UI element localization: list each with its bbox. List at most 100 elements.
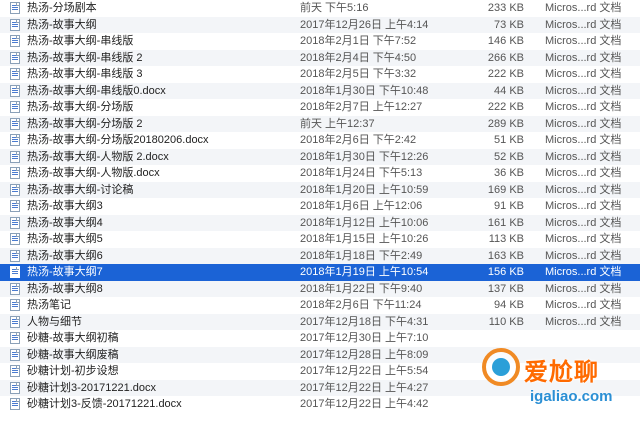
word-document-icon	[10, 266, 20, 278]
file-size: 52 KB	[494, 150, 524, 163]
file-kind: Micros...rd 文档	[545, 150, 622, 163]
word-document-icon	[10, 84, 20, 97]
file-row[interactable]: 砂糖计划-初步设想 2017年12月22日 上午5:54	[0, 363, 640, 380]
file-kind: Micros...rd 文档	[545, 2, 622, 14]
file-row[interactable]: 砂糖-故事大纲废稿 2017年12月28日 上午8:09	[0, 346, 640, 363]
file-kind: Micros...rd 文档	[545, 167, 622, 179]
file-date-modified: 2017年12月22日 上午5:54	[300, 365, 429, 377]
file-row[interactable]: 热汤-故事大纲5 2018年1月15日 上午10:26 113 KB Micros..…	[0, 231, 640, 248]
file-date-modified: 2017年12月22日 上午4:42	[300, 398, 429, 410]
file-row[interactable]: 热汤-故事大纲-人物版.docx 2018年1月24日 下午5:13 36 KB Mi…	[0, 165, 640, 182]
file-size: 73 KB	[494, 18, 524, 31]
file-row[interactable]: 热汤-故事大纲-分场版20180206.docx 2018年2月6日 下午2:42…	[0, 132, 640, 149]
file-size: 137 KB	[487, 282, 524, 295]
file-row[interactable]: 热汤-故事大纲-串线版 3 2018年2月5日 下午3:32 222 KB Micro…	[0, 66, 640, 83]
file-size: 94 KB	[494, 299, 524, 311]
file-row[interactable]: 砂糖计划3-反馈-20171221.docx 2017年12月22日 上午4:42	[0, 396, 640, 413]
file-kind: Micros...rd 文档	[545, 51, 622, 64]
file-size: 233 KB	[487, 2, 524, 14]
file-name: 热汤-故事大纲-串线版0.docx	[27, 84, 166, 97]
file-name: 热汤-故事大纲-串线版 3	[27, 68, 143, 80]
file-name: 热汤-故事大纲	[27, 18, 97, 31]
file-row[interactable]: 热汤-故事大纲-讨论稿 2018年1月20日 上午10:59 169 KB Micro…	[0, 181, 640, 198]
file-row[interactable]: 热汤-故事大纲-分场版 2 前天 上午12:37 289 KB Micros...rd…	[0, 115, 640, 132]
word-document-icon	[10, 68, 20, 80]
word-document-icon	[10, 249, 20, 262]
file-row[interactable]: 热汤-故事大纲3 2018年1月6日 上午12:06 91 KB Micros...r…	[0, 198, 640, 215]
file-kind: Micros...rd 文档	[545, 84, 622, 97]
file-row[interactable]: 热汤-故事大纲-串线版 2018年2月1日 下午7:52 146 KB Micros.…	[0, 33, 640, 50]
word-document-icon	[10, 233, 20, 245]
file-kind: Micros...rd 文档	[545, 101, 622, 113]
file-name: 人物与细节	[27, 315, 82, 328]
file-kind: Micros...rd 文档	[545, 35, 622, 47]
file-kind: Micros...rd 文档	[545, 134, 622, 146]
file-row[interactable]: 热汤笔记 2018年2月6日 下午11:24 94 KB Micros...rd 文档	[0, 297, 640, 314]
word-document-icon	[10, 348, 20, 361]
file-row[interactable]: 热汤-故事大纲-分场版 2018年2月7日 上午12:27 222 KB Micros…	[0, 99, 640, 116]
file-kind: Micros...rd 文档	[545, 233, 622, 245]
file-name: 热汤-故事大纲6	[27, 249, 103, 262]
file-row[interactable]: 热汤-故事大纲4 2018年1月12日 上午10:06 161 KB Micros..…	[0, 214, 640, 231]
file-kind: Micros...rd 文档	[545, 216, 622, 229]
word-document-icon	[10, 18, 20, 31]
file-name: 砂糖计划3-反馈-20171221.docx	[27, 398, 182, 410]
word-document-icon	[10, 2, 20, 14]
file-row[interactable]: 热汤-故事大纲 2017年12月26日 上午4:14 73 KB Micros...r…	[0, 16, 640, 33]
file-row[interactable]: 热汤-故事大纲-串线版 2 2018年2月4日 下午4:50 266 KB Micro…	[0, 49, 640, 66]
word-document-icon	[10, 315, 20, 328]
word-document-icon	[10, 365, 20, 377]
file-date-modified: 2017年12月28日 上午8:09	[300, 348, 429, 361]
word-document-icon	[10, 134, 20, 146]
file-kind: Micros...rd 文档	[545, 117, 622, 130]
file-row[interactable]: 热汤-故事大纲7 2018年1月19日 上午10:54 156 KB Micros..…	[0, 264, 640, 281]
file-size: 156 KB	[487, 266, 524, 278]
file-kind: Micros...rd 文档	[545, 183, 622, 196]
file-name: 热汤-分场剧本	[27, 2, 97, 14]
word-document-icon	[10, 381, 20, 394]
file-name: 热汤-故事大纲3	[27, 200, 103, 212]
file-kind: Micros...rd 文档	[545, 200, 622, 212]
word-document-icon	[10, 398, 20, 410]
file-name: 热汤-故事大纲-分场版20180206.docx	[27, 134, 209, 146]
file-row[interactable]: 热汤-故事大纲-串线版0.docx 2018年1月30日 下午10:48 44 KB…	[0, 82, 640, 99]
file-size: 146 KB	[487, 35, 524, 47]
file-name: 砂糖计划3-20171221.docx	[27, 381, 157, 394]
file-size: 222 KB	[487, 68, 524, 80]
file-name: 热汤-故事大纲-串线版 2	[27, 51, 143, 64]
file-row[interactable]: 砂糖-故事大纲初稿 2017年12月30日 上午7:10	[0, 330, 640, 347]
file-size: 169 KB	[487, 183, 524, 196]
file-name: 热汤-故事大纲-讨论稿	[27, 183, 134, 196]
file-size: 289 KB	[487, 117, 524, 130]
file-name: 热汤-故事大纲-人物版.docx	[27, 167, 160, 179]
word-document-icon	[10, 299, 20, 311]
file-row[interactable]: 热汤-分场剧本 前天 下午5:16 233 KB Micros...rd 文档	[0, 0, 640, 17]
file-size: 266 KB	[487, 51, 524, 64]
word-document-icon	[10, 183, 20, 196]
word-document-icon	[10, 35, 20, 47]
file-row[interactable]: 热汤-故事大纲-人物版 2.docx 2018年1月30日 下午12:26 52 K…	[0, 148, 640, 165]
file-kind: Micros...rd 文档	[545, 282, 622, 295]
file-kind: Micros...rd 文档	[545, 249, 622, 262]
file-row[interactable]: 人物与细节 2017年12月18日 下午4:31 110 KB Micros...rd…	[0, 313, 640, 330]
file-name: 热汤-故事大纲5	[27, 233, 103, 245]
word-document-icon	[10, 117, 20, 130]
file-date-modified: 2017年12月22日 上午4:27	[300, 381, 429, 394]
file-row[interactable]: 热汤-故事大纲8 2018年1月22日 下午9:40 137 KB Micros...…	[0, 280, 640, 297]
file-size: 36 KB	[494, 167, 524, 179]
file-name: 热汤-故事大纲8	[27, 282, 103, 295]
file-name: 砂糖计划-初步设想	[27, 365, 119, 377]
file-size: 51 KB	[494, 134, 524, 146]
file-size: 163 KB	[487, 249, 524, 262]
file-row[interactable]: 砂糖计划3-20171221.docx 2017年12月22日 上午4:27	[0, 379, 640, 396]
file-list: 热汤-分场剧本 前天 下午5:16 233 KB Micros...rd 文档 热汤-故…	[0, 0, 640, 413]
file-size: 161 KB	[487, 216, 524, 229]
file-name: 热汤-故事大纲-分场版 2	[27, 117, 143, 130]
word-document-icon	[10, 282, 20, 295]
file-row[interactable]: 热汤-故事大纲6 2018年1月18日 下午2:49 163 KB Micros...…	[0, 247, 640, 264]
file-size: 113 KB	[488, 233, 524, 245]
file-name: 热汤-故事大纲4	[27, 216, 103, 229]
file-size: 110 KB	[488, 315, 524, 328]
file-name: 热汤-故事大纲7	[27, 266, 103, 278]
file-date-modified: 2017年12月30日 上午7:10	[300, 332, 429, 344]
